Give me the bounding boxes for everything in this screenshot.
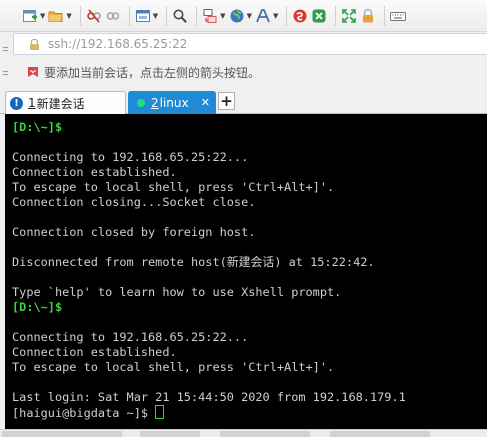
address-input[interactable]: ssh://192.168.65.25:22 bbox=[48, 37, 187, 51]
new-tab-button[interactable]: ▼ bbox=[135, 4, 158, 28]
globe-icon bbox=[230, 9, 244, 22]
reconnect-icon bbox=[106, 11, 120, 20]
prompt-line[interactable]: [haigui@bigdata ~]$ bbox=[12, 405, 487, 420]
status-segment bbox=[2, 431, 122, 437]
disconnect-button[interactable] bbox=[86, 4, 102, 28]
toolbar-separator bbox=[79, 5, 81, 26]
add-session-arrow-icon[interactable] bbox=[27, 66, 39, 78]
shell-prompt: [haigui@bigdata ~]$ bbox=[12, 406, 156, 420]
text-cursor bbox=[155, 405, 165, 419]
chevron-down-icon: ▼ bbox=[272, 11, 279, 20]
terminal[interactable]: [D:\~]$ Connecting to 192.168.65.25:22..… bbox=[5, 114, 487, 429]
toolbar-separator bbox=[196, 5, 198, 26]
toolbar-separator bbox=[166, 5, 168, 26]
toolbar-separator bbox=[384, 5, 386, 26]
toolbar-separator bbox=[335, 5, 337, 26]
grip-line bbox=[3, 50, 8, 51]
search-icon bbox=[173, 9, 188, 23]
status-bar bbox=[0, 429, 487, 437]
chevron-down-icon: ▼ bbox=[40, 11, 46, 20]
close-icon[interactable]: ✕ bbox=[201, 96, 210, 109]
disconnect-icon bbox=[86, 8, 101, 23]
alert-icon: ! bbox=[10, 96, 23, 110]
terminal-line: Connection closed by foreign host. bbox=[12, 225, 256, 239]
globe-button[interactable]: ▼ bbox=[229, 4, 252, 28]
terminal-line: Connection closing...Socket close. bbox=[12, 195, 256, 209]
xftp-icon bbox=[293, 9, 307, 22]
new-session-button[interactable]: ▼ bbox=[22, 4, 45, 28]
grip-line bbox=[3, 47, 8, 48]
grip-line bbox=[3, 74, 8, 75]
add-tab-button[interactable]: + bbox=[218, 92, 235, 110]
transfer-icon bbox=[203, 8, 217, 23]
find-button[interactable] bbox=[172, 4, 188, 28]
reconnect-button[interactable] bbox=[105, 4, 121, 28]
terminal-line: Connecting to 192.168.65.25:22... bbox=[12, 330, 249, 344]
terminal-line: To escape to local shell, press 'Ctrl+Al… bbox=[12, 360, 335, 374]
toolbar-separator bbox=[286, 5, 288, 26]
chevron-down-icon: ▼ bbox=[246, 11, 252, 20]
keyboard-button[interactable] bbox=[390, 4, 407, 28]
tab-label: linux bbox=[159, 96, 189, 110]
lock-icon bbox=[30, 39, 39, 50]
status-segment bbox=[220, 431, 310, 437]
terminal-line: Disconnected from remote host(新建会话) at 1… bbox=[12, 255, 375, 269]
tab-label: 新建会话 bbox=[36, 96, 85, 111]
toolbar-separator bbox=[128, 5, 130, 26]
new-tab-icon bbox=[135, 9, 150, 22]
open-button[interactable]: ▼ bbox=[48, 4, 72, 28]
chevron-down-icon: ▼ bbox=[220, 11, 226, 20]
font-button[interactable]: ▼ bbox=[255, 4, 278, 28]
xshell-icon bbox=[312, 9, 326, 22]
open-folder-icon bbox=[48, 11, 63, 22]
terminal-line: Type `help' to learn how to use Xshell p… bbox=[12, 285, 342, 299]
tab-number: 2 bbox=[151, 96, 159, 110]
session-pane-collapsed[interactable] bbox=[0, 33, 12, 86]
terminal-line: To escape to local shell, press 'Ctrl+Al… bbox=[12, 180, 335, 194]
fullscreen-icon bbox=[342, 8, 357, 23]
terminal-line: Connecting to 192.168.65.25:22... bbox=[12, 150, 249, 164]
lock-button[interactable] bbox=[360, 4, 376, 28]
lock-icon bbox=[363, 8, 374, 22]
hint-bar: 要添加当前会话，点击左侧的箭头按钮。 bbox=[13, 58, 487, 86]
grip-line bbox=[3, 71, 8, 72]
tab-number: 1 bbox=[28, 96, 36, 110]
new-session-icon bbox=[23, 9, 37, 22]
chevron-down-icon: ▼ bbox=[152, 11, 159, 20]
keyboard-icon bbox=[390, 11, 407, 21]
terminal-line: Last login: Sat Mar 21 15:44:50 2020 fro… bbox=[12, 390, 406, 404]
xftp-button[interactable] bbox=[292, 4, 308, 28]
hint-text: 要添加当前会话，点击左侧的箭头按钮。 bbox=[44, 65, 261, 80]
terminal-line: [D:\~]$ bbox=[12, 300, 63, 314]
transfer-button[interactable]: ▼ bbox=[202, 4, 226, 28]
connected-dot-icon bbox=[137, 99, 145, 107]
address-bar[interactable]: ssh://192.168.65.25:22 bbox=[13, 33, 487, 55]
toolbar: ▼ ▼ ▼ ▼ ▼ ▼ bbox=[0, 0, 487, 32]
xshell-button[interactable] bbox=[311, 4, 327, 28]
font-icon bbox=[256, 8, 270, 22]
tab-linux[interactable]: 2 linux ✕ bbox=[128, 91, 216, 114]
terminal-line: Connection established. bbox=[12, 165, 177, 179]
status-segment bbox=[330, 431, 430, 437]
tab-bar: ! 1 新建会话 2 linux ✕ + bbox=[0, 88, 487, 114]
fullscreen-button[interactable] bbox=[341, 4, 357, 28]
status-segment bbox=[140, 431, 200, 437]
chevron-down-icon: ▼ bbox=[66, 11, 72, 20]
tab-new-session[interactable]: ! 1 新建会话 bbox=[5, 91, 126, 114]
terminal-line: [D:\~]$ bbox=[12, 120, 63, 134]
terminal-line: Connection established. bbox=[12, 345, 177, 359]
